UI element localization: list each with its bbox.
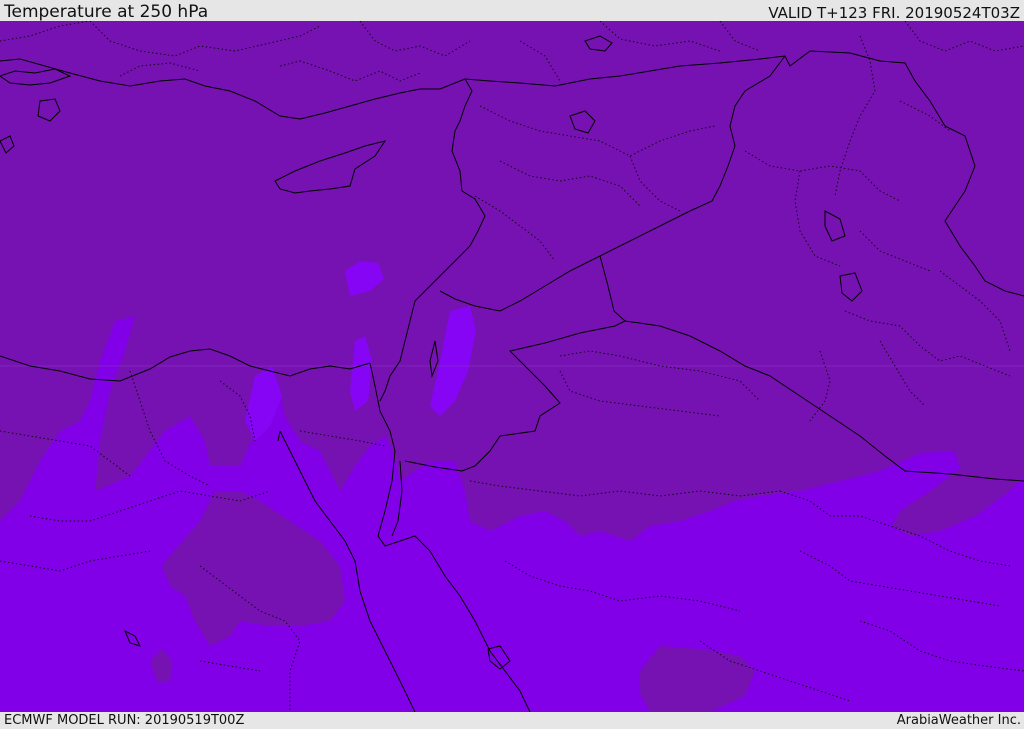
credit-label: ArabiaWeather Inc. <box>896 713 1021 728</box>
footer-bar: ECMWF MODEL RUN: 20190519T00Z ArabiaWeat… <box>0 712 1024 729</box>
map-title: Temperature at 250 hPa <box>4 2 209 22</box>
valid-time: VALID T+123 FRI. 20190524T03Z <box>768 4 1020 22</box>
weather-map[interactable] <box>0 21 1024 712</box>
header-bar: Temperature at 250 hPa VALID T+123 FRI. … <box>0 0 1024 21</box>
model-run-label: ECMWF MODEL RUN: 20190519T00Z <box>4 713 245 728</box>
map-canvas <box>0 21 1024 712</box>
